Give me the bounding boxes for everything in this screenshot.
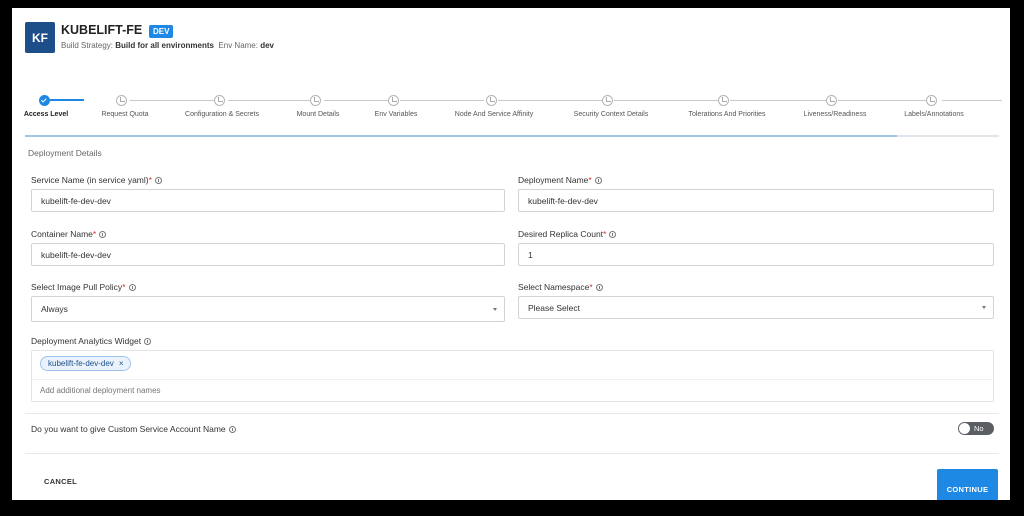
step-connector — [498, 100, 608, 101]
service-name-label: Service Name (in service yaml)* — [31, 175, 162, 185]
step-clock-icon[interactable] — [486, 95, 497, 106]
wizard-stepper: Access Level Request Quota Configuration… — [12, 94, 1010, 138]
step-clock-icon[interactable] — [718, 95, 729, 106]
image-pull-policy-value: Always — [41, 304, 68, 314]
namespace-select[interactable]: Please Select — [518, 296, 994, 319]
info-icon[interactable] — [594, 177, 602, 184]
env-badge: DEV — [149, 25, 174, 38]
cancel-button[interactable]: CANCEL — [44, 477, 77, 486]
divider — [32, 379, 993, 380]
step-access-level[interactable]: Access Level — [24, 111, 68, 118]
step-mount-details[interactable]: Mount Details — [297, 111, 340, 118]
env-name-value: dev — [260, 41, 275, 50]
deployment-name-input[interactable]: kubelift-fe-dev-dev — [518, 189, 994, 212]
step-clock-icon[interactable] — [826, 95, 837, 106]
step-env-variables[interactable]: Env Variables — [375, 111, 418, 118]
close-icon[interactable]: × — [119, 359, 124, 368]
app-window: KF KUBELIFT-FE DEV Build Strategy: Build… — [12, 8, 1010, 500]
step-connector — [50, 99, 84, 101]
image-pull-policy-select[interactable]: Always — [31, 296, 505, 322]
step-configuration-secrets[interactable]: Configuration & Secrets — [185, 111, 259, 118]
chip-label: kubelift-fe-dev-dev — [48, 359, 114, 368]
step-connector — [228, 100, 312, 101]
step-connector — [614, 100, 718, 101]
step-liveness-readiness[interactable]: Liveness/Readiness — [804, 111, 867, 118]
step-clock-icon[interactable] — [602, 95, 613, 106]
step-connector — [400, 100, 484, 101]
step-clock-icon[interactable] — [214, 95, 225, 106]
step-connector — [838, 100, 928, 101]
step-connector — [324, 100, 388, 101]
namespace-label: Select Namespace* — [518, 282, 603, 292]
step-connector — [130, 100, 216, 101]
info-icon[interactable] — [154, 177, 162, 184]
step-clock-icon[interactable] — [116, 95, 127, 106]
container-name-input[interactable]: kubelift-fe-dev-dev — [31, 243, 505, 266]
step-clock-icon[interactable] — [310, 95, 321, 106]
step-check-icon[interactable] — [39, 95, 50, 106]
step-request-quota[interactable]: Request Quota — [101, 111, 148, 118]
chevron-down-icon — [493, 308, 497, 311]
step-connector — [942, 100, 1002, 101]
custom-service-account-question: Do you want to give Custom Service Accou… — [31, 424, 236, 434]
step-connector — [730, 100, 828, 101]
analytics-widget-label: Deployment Analytics Widget — [31, 336, 152, 346]
analytics-widget-tag-input[interactable]: kubelift-fe-dev-dev × — [31, 350, 994, 402]
replica-count-input[interactable]: 1 — [518, 243, 994, 266]
toggle-label: No — [974, 424, 984, 433]
info-icon[interactable] — [228, 426, 236, 433]
chevron-down-icon — [982, 306, 986, 309]
stepper-progress — [25, 135, 897, 137]
build-info: Build Strategy: Build for all environmen… — [61, 41, 274, 50]
required-mark: * — [603, 229, 607, 239]
namespace-value: Please Select — [528, 302, 580, 313]
service-name-input[interactable]: kubelift-fe-dev-dev — [31, 189, 505, 212]
image-pull-policy-label: Select Image Pull Policy* — [31, 282, 136, 292]
required-mark: * — [122, 282, 126, 292]
divider — [25, 453, 999, 454]
required-mark: * — [92, 229, 97, 239]
app-title: KUBELIFT-FE — [61, 23, 143, 37]
info-icon[interactable] — [128, 284, 136, 291]
required-mark: * — [148, 175, 152, 185]
step-node-service-affinity[interactable]: Node And Service Affinity — [455, 111, 533, 118]
replica-count-label: Desired Replica Count* — [518, 229, 617, 239]
section-title: Deployment Details — [28, 148, 102, 158]
continue-button[interactable]: CONTINUE — [937, 469, 998, 500]
info-icon[interactable] — [609, 231, 617, 238]
step-clock-icon[interactable] — [388, 95, 399, 106]
info-icon[interactable] — [99, 231, 107, 238]
custom-service-account-toggle[interactable]: No — [958, 422, 994, 435]
step-tolerations-priorities[interactable]: Tolerations And Priorities — [688, 111, 765, 118]
divider — [25, 413, 999, 414]
step-security-context[interactable]: Security Context Details — [574, 111, 649, 118]
required-mark: * — [589, 282, 593, 292]
toggle-knob — [959, 423, 970, 434]
build-strategy-value: Build for all environments — [115, 41, 214, 50]
info-icon[interactable] — [595, 284, 603, 291]
required-mark: * — [588, 175, 592, 185]
build-strategy-label: Build Strategy: — [61, 41, 114, 50]
step-clock-icon[interactable] — [926, 95, 937, 106]
deployment-name-label: Deployment Name* — [518, 175, 602, 185]
deployment-chip: kubelift-fe-dev-dev × — [40, 356, 132, 371]
container-name-label: Container Name* — [31, 229, 107, 239]
step-labels-annotations[interactable]: Labels/Annotations — [904, 111, 964, 118]
additional-deployments-input[interactable] — [40, 386, 340, 395]
info-icon[interactable] — [144, 338, 152, 345]
env-name-label: Env Name: — [218, 41, 258, 50]
app-avatar: KF — [25, 22, 55, 53]
